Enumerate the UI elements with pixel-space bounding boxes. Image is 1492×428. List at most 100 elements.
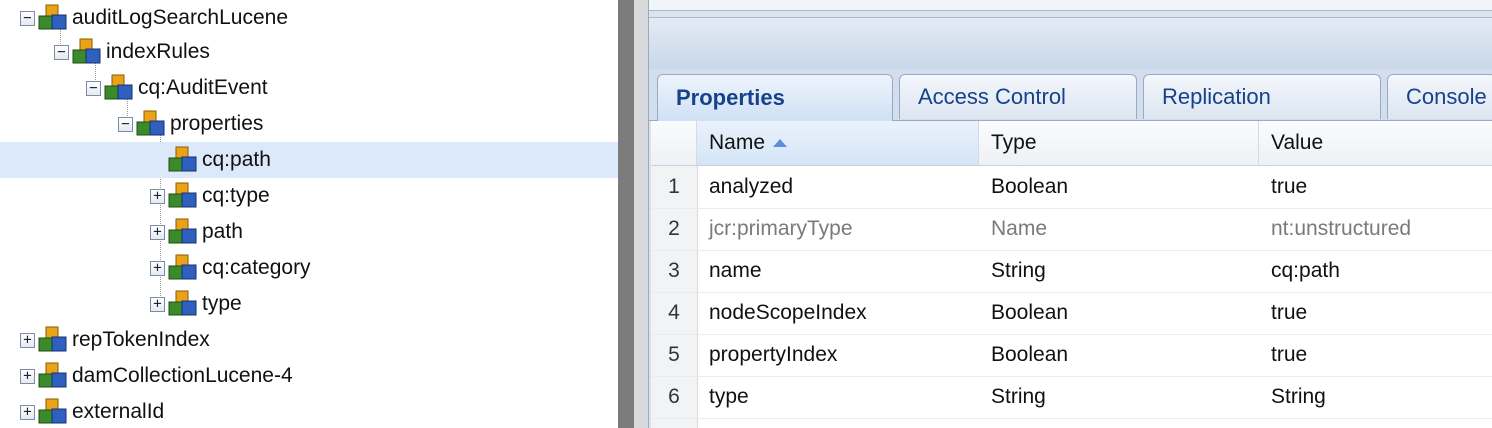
collapse-icon[interactable]: − bbox=[118, 116, 133, 132]
cell-type[interactable]: Boolean bbox=[991, 334, 1068, 376]
sort-ascending-icon bbox=[773, 139, 788, 147]
row-number: 1 bbox=[668, 175, 680, 198]
node-cubes-icon bbox=[167, 289, 198, 319]
collapse-icon[interactable]: − bbox=[20, 10, 35, 26]
cell-value[interactable]: true bbox=[1271, 292, 1307, 334]
tree-node-properties[interactable]: − properties bbox=[0, 106, 618, 142]
cell-name[interactable]: jcr:primaryType bbox=[709, 208, 853, 250]
tree-node-cq-type[interactable]: + cq:type bbox=[0, 178, 618, 214]
row-number: 6 bbox=[668, 385, 680, 408]
panel-header bbox=[649, 17, 1492, 70]
expand-icon[interactable]: + bbox=[150, 188, 165, 204]
tab-console[interactable]: Console bbox=[1387, 74, 1492, 119]
tree-node-label: properties bbox=[170, 112, 264, 135]
tree-node-label: damCollectionLucene-4 bbox=[72, 364, 293, 387]
cell-name[interactable]: analyzed bbox=[709, 166, 793, 208]
table-row[interactable]: 2 jcr:primaryType Name nt:unstructured bbox=[651, 208, 1492, 251]
column-header-label: Value bbox=[1271, 131, 1324, 154]
tree-node-label: path bbox=[202, 220, 243, 243]
tree-node-label: cq:path bbox=[202, 148, 271, 171]
node-cubes-icon bbox=[167, 181, 198, 211]
cell-type[interactable]: String bbox=[991, 250, 1046, 292]
node-cubes-icon bbox=[37, 3, 68, 33]
repository-tree: − auditLogSearchLucene − indexRules − cq… bbox=[0, 0, 618, 428]
node-cubes-icon bbox=[37, 361, 68, 391]
leaf-spacer bbox=[150, 153, 165, 168]
collapse-icon[interactable]: − bbox=[54, 44, 69, 60]
tree-node-label: externalId bbox=[72, 400, 165, 423]
tab-label: Console bbox=[1406, 84, 1487, 109]
tree-node-indexRules[interactable]: − indexRules bbox=[0, 34, 618, 70]
cell-value[interactable]: String bbox=[1271, 376, 1326, 418]
node-cubes-icon bbox=[103, 73, 134, 103]
node-cubes-icon bbox=[37, 397, 68, 427]
cell-type[interactable]: Boolean bbox=[991, 166, 1068, 208]
node-cubes-icon bbox=[167, 253, 198, 283]
tree-node-label: type bbox=[202, 292, 242, 315]
panel-top-strip bbox=[649, 0, 1492, 11]
expand-icon[interactable]: + bbox=[150, 260, 165, 276]
column-header-value[interactable]: Value bbox=[1259, 121, 1492, 165]
column-header-label: Type bbox=[991, 131, 1037, 154]
tab-label: Replication bbox=[1162, 84, 1271, 109]
tree-node-cq-category[interactable]: + cq:category bbox=[0, 250, 618, 286]
tree-node-type[interactable]: + type bbox=[0, 286, 618, 322]
expand-icon[interactable]: + bbox=[150, 224, 165, 240]
panel-splitter[interactable] bbox=[618, 0, 634, 428]
cell-type[interactable]: Name bbox=[991, 208, 1047, 250]
cell-name[interactable]: name bbox=[709, 250, 762, 292]
node-cubes-icon bbox=[167, 217, 198, 247]
node-cubes-icon bbox=[135, 109, 166, 139]
column-header-type[interactable]: Type bbox=[979, 121, 1259, 165]
cell-type[interactable]: String bbox=[991, 376, 1046, 418]
node-cubes-icon bbox=[167, 145, 198, 175]
column-header-label: Name bbox=[709, 131, 766, 154]
cell-value[interactable]: true bbox=[1271, 166, 1307, 208]
cell-value[interactable]: true bbox=[1271, 334, 1307, 376]
expand-icon[interactable]: + bbox=[150, 296, 165, 312]
column-header-name[interactable]: Name bbox=[697, 121, 979, 165]
tab-replication[interactable]: Replication bbox=[1143, 74, 1381, 119]
cell-name[interactable]: propertyIndex bbox=[709, 334, 837, 376]
row-number: 2 bbox=[668, 217, 680, 240]
collapse-icon[interactable]: − bbox=[86, 80, 101, 96]
grid-header: Name Type Value bbox=[651, 121, 1492, 166]
table-row[interactable]: 6 type String String bbox=[651, 376, 1492, 419]
rownum-header bbox=[651, 121, 697, 165]
tree-node-cq-AuditEvent[interactable]: − cq:AuditEvent bbox=[0, 70, 618, 106]
tree-node-label: repTokenIndex bbox=[72, 328, 210, 351]
cell-value[interactable]: cq:path bbox=[1271, 250, 1340, 292]
tree-node-label: cq:AuditEvent bbox=[138, 76, 268, 99]
tab-label: Access Control bbox=[918, 84, 1066, 109]
tree-node-damCollectionLucene-4[interactable]: + damCollectionLucene-4 bbox=[0, 358, 618, 394]
tree-node-label: cq:type bbox=[202, 184, 270, 207]
cell-value[interactable]: nt:unstructured bbox=[1271, 208, 1411, 250]
tree-node-path[interactable]: + path bbox=[0, 214, 618, 250]
table-row[interactable]: 3 name String cq:path bbox=[651, 250, 1492, 293]
table-row[interactable]: 4 nodeScopeIndex Boolean true bbox=[651, 292, 1492, 335]
properties-grid: Name Type Value 1 analyzed Boolean true … bbox=[651, 121, 1492, 428]
tree-node-repTokenIndex[interactable]: + repTokenIndex bbox=[0, 322, 618, 358]
cell-type[interactable]: Boolean bbox=[991, 292, 1068, 334]
cell-name[interactable]: nodeScopeIndex bbox=[709, 292, 867, 334]
tree-node-externalId[interactable]: + externalId bbox=[0, 394, 618, 428]
tab-access-control[interactable]: Access Control bbox=[899, 74, 1137, 119]
expand-icon[interactable]: + bbox=[20, 404, 35, 420]
expand-icon[interactable]: + bbox=[20, 332, 35, 348]
table-row[interactable]: 1 analyzed Boolean true bbox=[651, 166, 1492, 209]
tree-node-label: indexRules bbox=[106, 40, 210, 63]
tab-bar: Properties Access Control Replication Co… bbox=[649, 69, 1492, 121]
tab-label: Properties bbox=[676, 85, 785, 110]
expand-icon[interactable]: + bbox=[20, 368, 35, 384]
cell-name[interactable]: type bbox=[709, 376, 749, 418]
row-number: 5 bbox=[668, 343, 680, 366]
tab-properties[interactable]: Properties bbox=[657, 74, 893, 121]
tree-node-cq-path[interactable]: cq:path bbox=[0, 142, 618, 178]
table-row[interactable]: 5 propertyIndex Boolean true bbox=[651, 334, 1492, 377]
row-number: 4 bbox=[668, 301, 680, 324]
node-cubes-icon bbox=[71, 37, 102, 67]
tree-node-auditLogSearchLucene[interactable]: − auditLogSearchLucene bbox=[0, 0, 618, 36]
tree-node-label: auditLogSearchLucene bbox=[72, 6, 289, 29]
node-cubes-icon bbox=[37, 325, 68, 355]
properties-panel: Properties Access Control Replication Co… bbox=[648, 0, 1492, 428]
